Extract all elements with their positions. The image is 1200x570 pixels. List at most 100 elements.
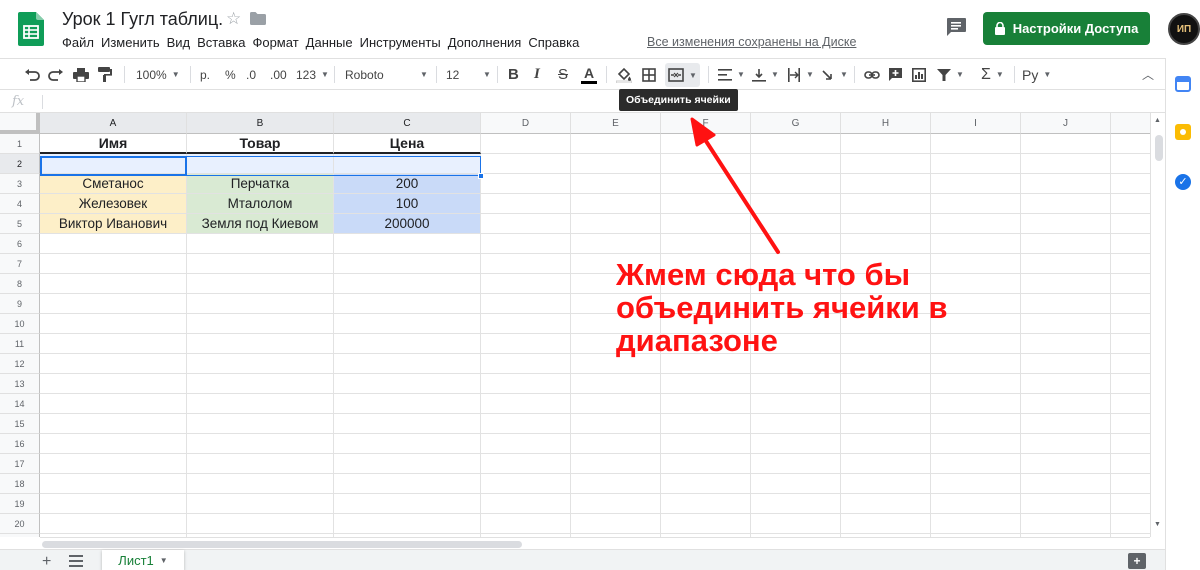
- column-header-a[interactable]: A: [40, 113, 187, 134]
- horizontal-scroll-thumb[interactable]: [42, 541, 522, 548]
- cell-b12[interactable]: [187, 354, 334, 374]
- cell-i5[interactable]: [931, 214, 1021, 234]
- column-header-f[interactable]: F: [661, 113, 751, 134]
- font-family-select[interactable]: Roboto ▼: [345, 59, 428, 90]
- row-header-12[interactable]: 12: [0, 354, 40, 374]
- cell-h14[interactable]: [841, 394, 931, 414]
- print-icon[interactable]: [73, 59, 89, 90]
- cell-d8[interactable]: [481, 274, 571, 294]
- cell-a8[interactable]: [40, 274, 187, 294]
- calendar-icon[interactable]: [1175, 76, 1191, 92]
- share-button[interactable]: Настройки Доступа: [983, 12, 1150, 45]
- cell-b2[interactable]: [187, 154, 334, 174]
- cell-b20[interactable]: [187, 514, 334, 534]
- avatar[interactable]: ИП: [1168, 13, 1200, 45]
- cell-b6[interactable]: [187, 234, 334, 254]
- cell-h4[interactable]: [841, 194, 931, 214]
- cell-g16[interactable]: [751, 434, 841, 454]
- cell-c2[interactable]: [334, 154, 481, 174]
- cell-a9[interactable]: [40, 294, 187, 314]
- insert-link-icon[interactable]: [864, 59, 880, 90]
- percent-format-button[interactable]: %: [225, 59, 236, 90]
- cell-g15[interactable]: [751, 414, 841, 434]
- column-header-b[interactable]: B: [187, 113, 334, 134]
- row-header-14[interactable]: 14: [0, 394, 40, 414]
- insert-comment-icon[interactable]: [888, 59, 903, 90]
- cell-h16[interactable]: [841, 434, 931, 454]
- cell-j1[interactable]: [1021, 134, 1111, 154]
- paint-format-icon[interactable]: [98, 59, 112, 90]
- cell-b4[interactable]: Мталолом: [187, 194, 334, 214]
- cell-d7[interactable]: [481, 254, 571, 274]
- row-header-1[interactable]: 1: [0, 134, 40, 154]
- row-header-11[interactable]: 11: [0, 334, 40, 354]
- merge-cells-button[interactable]: ▼: [665, 63, 700, 87]
- add-sheet-icon[interactable]: +: [42, 553, 51, 570]
- text-rotation-select[interactable]: ▼: [821, 59, 848, 90]
- cell-g1[interactable]: [751, 134, 841, 154]
- menu-format[interactable]: Формат: [252, 35, 298, 50]
- vertical-align-select[interactable]: ▼: [752, 59, 779, 90]
- formula-input[interactable]: [48, 93, 1148, 111]
- cell-f16[interactable]: [661, 434, 751, 454]
- cell-i16[interactable]: [931, 434, 1021, 454]
- strikethrough-button[interactable]: S: [558, 59, 568, 90]
- row-header-8[interactable]: 8: [0, 274, 40, 294]
- cell-f4[interactable]: [661, 194, 751, 214]
- cell-e15[interactable]: [571, 414, 661, 434]
- row-header-7[interactable]: 7: [0, 254, 40, 274]
- cell-b11[interactable]: [187, 334, 334, 354]
- fill-color-icon[interactable]: [616, 59, 632, 90]
- cell-b18[interactable]: [187, 474, 334, 494]
- menu-edit[interactable]: Изменить: [101, 35, 160, 50]
- row-header-19[interactable]: 19: [0, 494, 40, 514]
- row-header-9[interactable]: 9: [0, 294, 40, 314]
- cell-d13[interactable]: [481, 374, 571, 394]
- cell-c10[interactable]: [334, 314, 481, 334]
- row-header-20[interactable]: 20: [0, 514, 40, 534]
- cell-a20[interactable]: [40, 514, 187, 534]
- cell-h18[interactable]: [841, 474, 931, 494]
- cell-b16[interactable]: [187, 434, 334, 454]
- menu-insert[interactable]: Вставка: [197, 35, 245, 50]
- cell-c1[interactable]: Цена: [334, 134, 481, 154]
- cell-a10[interactable]: [40, 314, 187, 334]
- vertical-scrollbar[interactable]: ▲ ▼: [1150, 113, 1165, 537]
- row-header-5[interactable]: 5: [0, 214, 40, 234]
- menu-data[interactable]: Данные: [306, 35, 353, 50]
- functions-select[interactable]: Σ ▼: [981, 59, 1004, 90]
- cell-c13[interactable]: [334, 374, 481, 394]
- cell-d15[interactable]: [481, 414, 571, 434]
- cell-f17[interactable]: [661, 454, 751, 474]
- cell-i1[interactable]: [931, 134, 1021, 154]
- column-header-g[interactable]: G: [751, 113, 841, 134]
- cell-b1[interactable]: Товар: [187, 134, 334, 154]
- cell-a3[interactable]: Сметанос: [40, 174, 187, 194]
- text-color-button[interactable]: A: [581, 59, 597, 90]
- cell-f1[interactable]: [661, 134, 751, 154]
- cell-f6[interactable]: [661, 234, 751, 254]
- text-wrap-select[interactable]: ▼: [787, 59, 814, 90]
- comments-icon[interactable]: [945, 17, 967, 37]
- more-formats-select[interactable]: 123 ▼: [296, 59, 329, 90]
- cell-g2[interactable]: [751, 154, 841, 174]
- borders-icon[interactable]: [642, 59, 656, 90]
- undo-icon[interactable]: [24, 59, 40, 90]
- scroll-up-icon[interactable]: ▲: [1154, 117, 1161, 124]
- cell-g13[interactable]: [751, 374, 841, 394]
- all-sheets-icon[interactable]: [69, 555, 83, 567]
- cell-g6[interactable]: [751, 234, 841, 254]
- cell-h5[interactable]: [841, 214, 931, 234]
- menu-file[interactable]: Файл: [62, 35, 94, 50]
- cell-a14[interactable]: [40, 394, 187, 414]
- zoom-select[interactable]: 100% ▼: [136, 59, 180, 90]
- cell-f13[interactable]: [661, 374, 751, 394]
- cell-i2[interactable]: [931, 154, 1021, 174]
- cell-a4[interactable]: Железовек: [40, 194, 187, 214]
- input-tools-select[interactable]: Ру ▼: [1022, 59, 1051, 90]
- cell-i18[interactable]: [931, 474, 1021, 494]
- cell-j19[interactable]: [1021, 494, 1111, 514]
- horizontal-scrollbar[interactable]: [40, 537, 1150, 549]
- cell-a17[interactable]: [40, 454, 187, 474]
- cell-j10[interactable]: [1021, 314, 1111, 334]
